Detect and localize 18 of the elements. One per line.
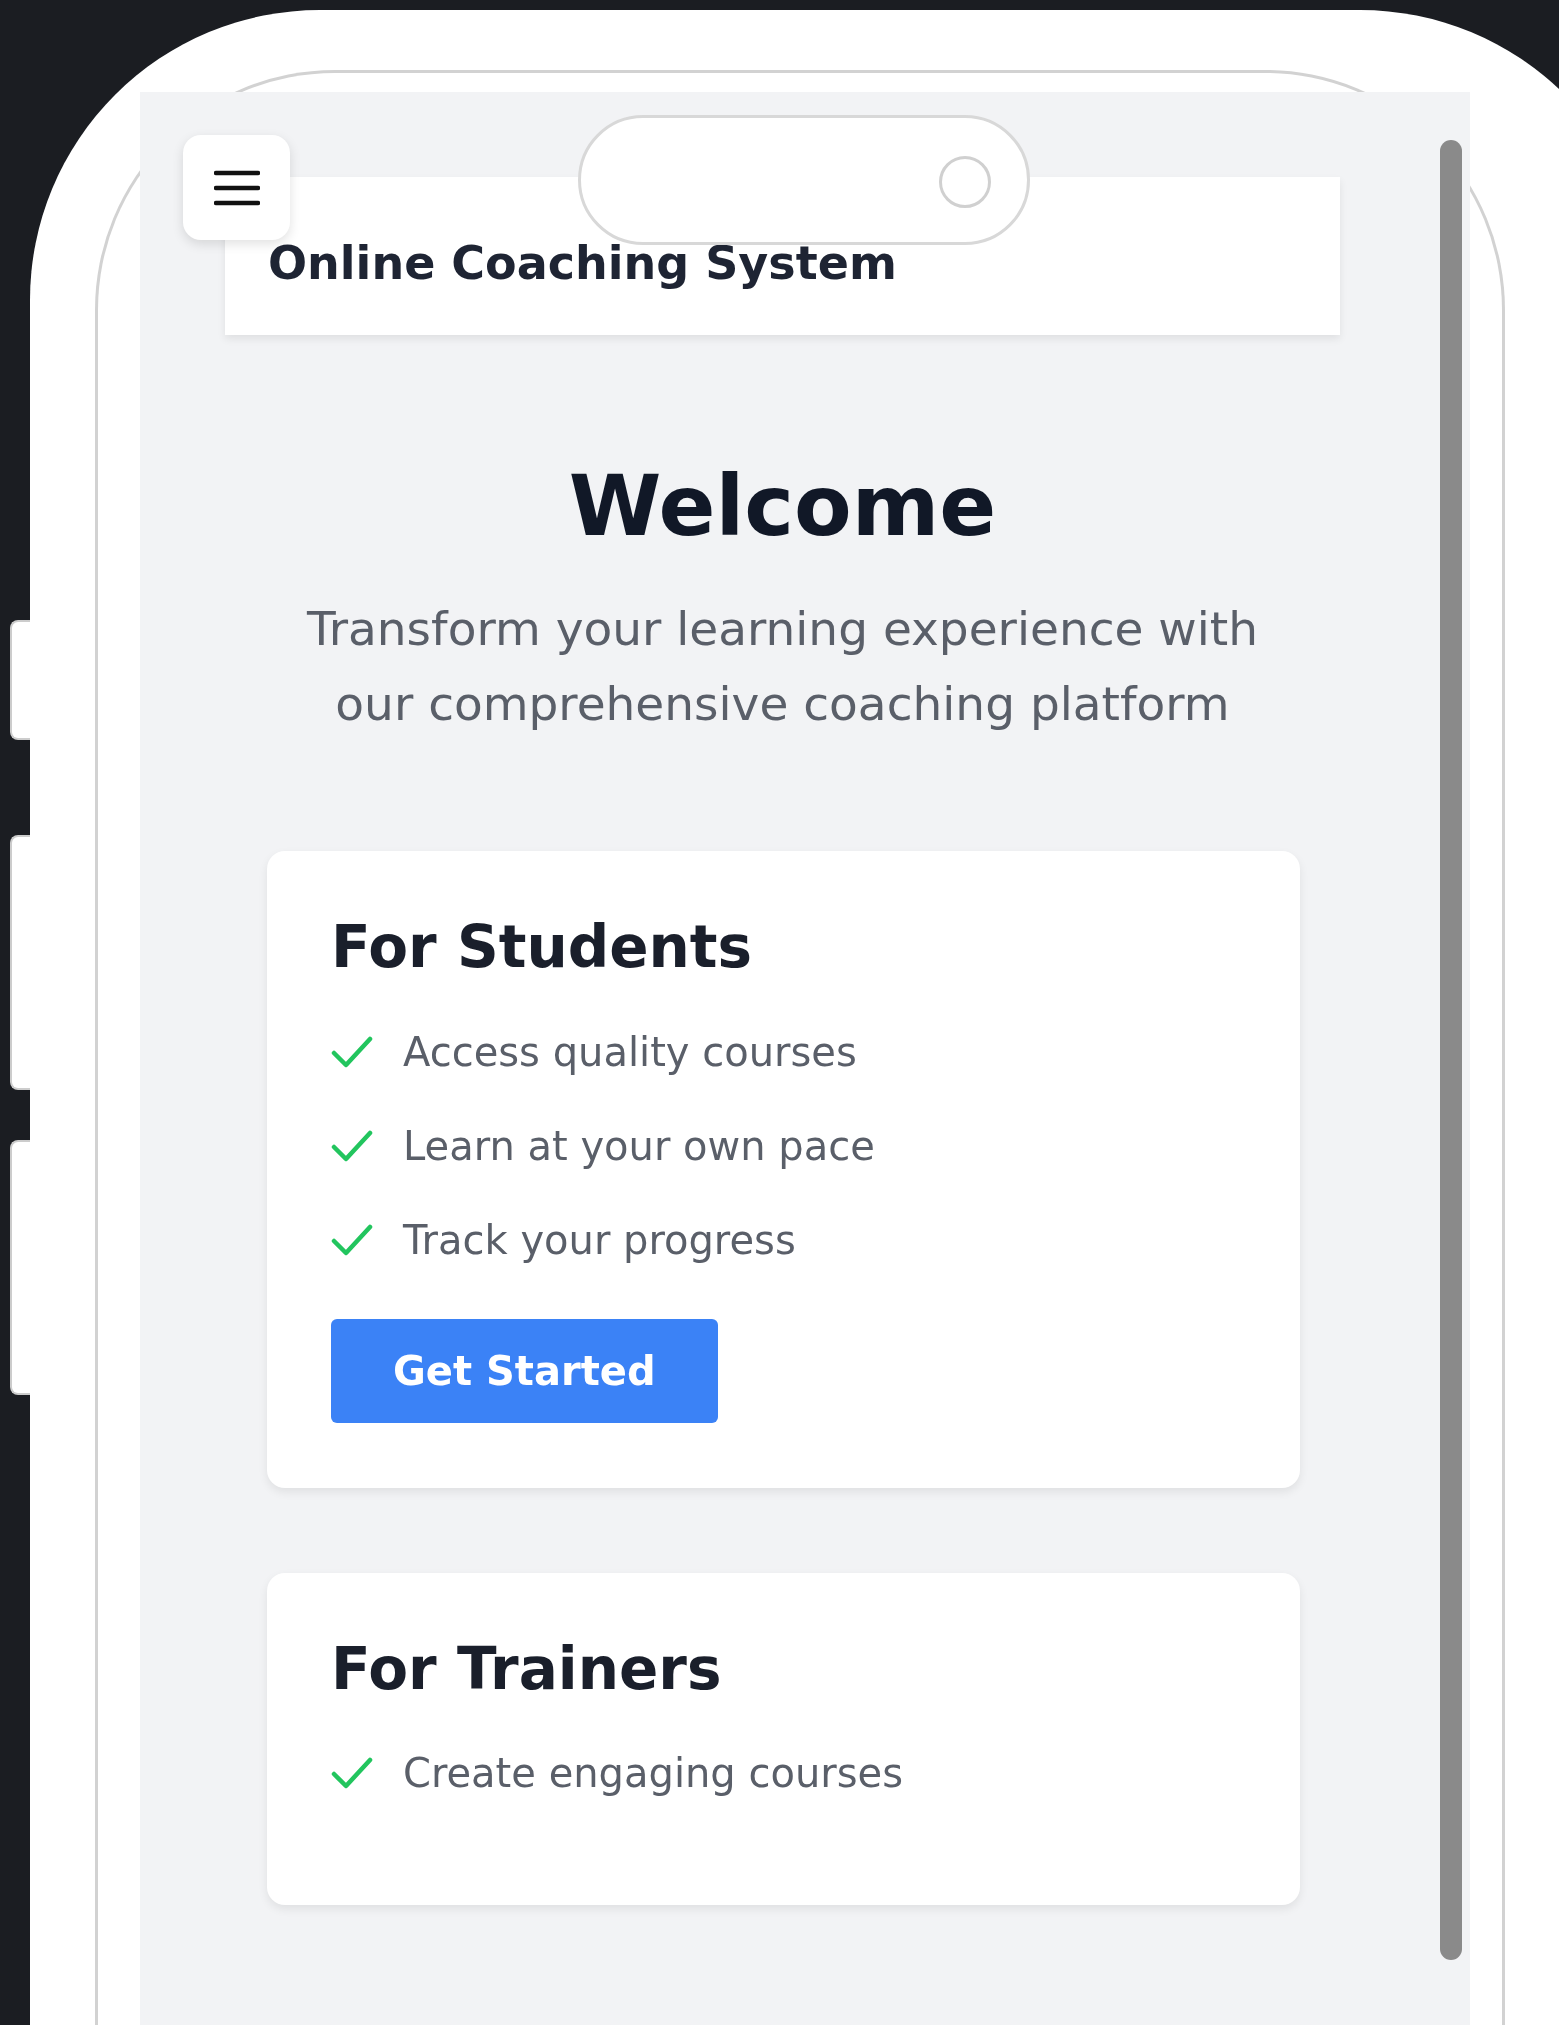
card-heading: For Students [331, 915, 754, 980]
check-icon [331, 1222, 373, 1257]
feature-text: Learn at your own pace [403, 1121, 875, 1171]
feature-text: Create engaging courses [403, 1749, 903, 1799]
menu-icon [213, 169, 260, 206]
welcome-subtitle: Transform your learning experience with our comprehensive coaching platform [305, 600, 1260, 733]
feature-text: Track your progress [403, 1215, 796, 1265]
check-icon [331, 1034, 373, 1069]
scrollbar-thumb[interactable] [1440, 140, 1462, 1960]
menu-button[interactable] [183, 135, 290, 240]
app-title: Online Coaching System [268, 236, 897, 290]
feature-text: Access quality courses [403, 1027, 857, 1077]
check-icon [331, 1128, 373, 1163]
get-started-button[interactable]: Get Started [331, 1318, 718, 1423]
card-heading: For Trainers [331, 1637, 723, 1702]
check-icon [331, 1756, 373, 1791]
camera-icon [939, 156, 991, 208]
welcome-heading: Welcome [567, 460, 998, 553]
